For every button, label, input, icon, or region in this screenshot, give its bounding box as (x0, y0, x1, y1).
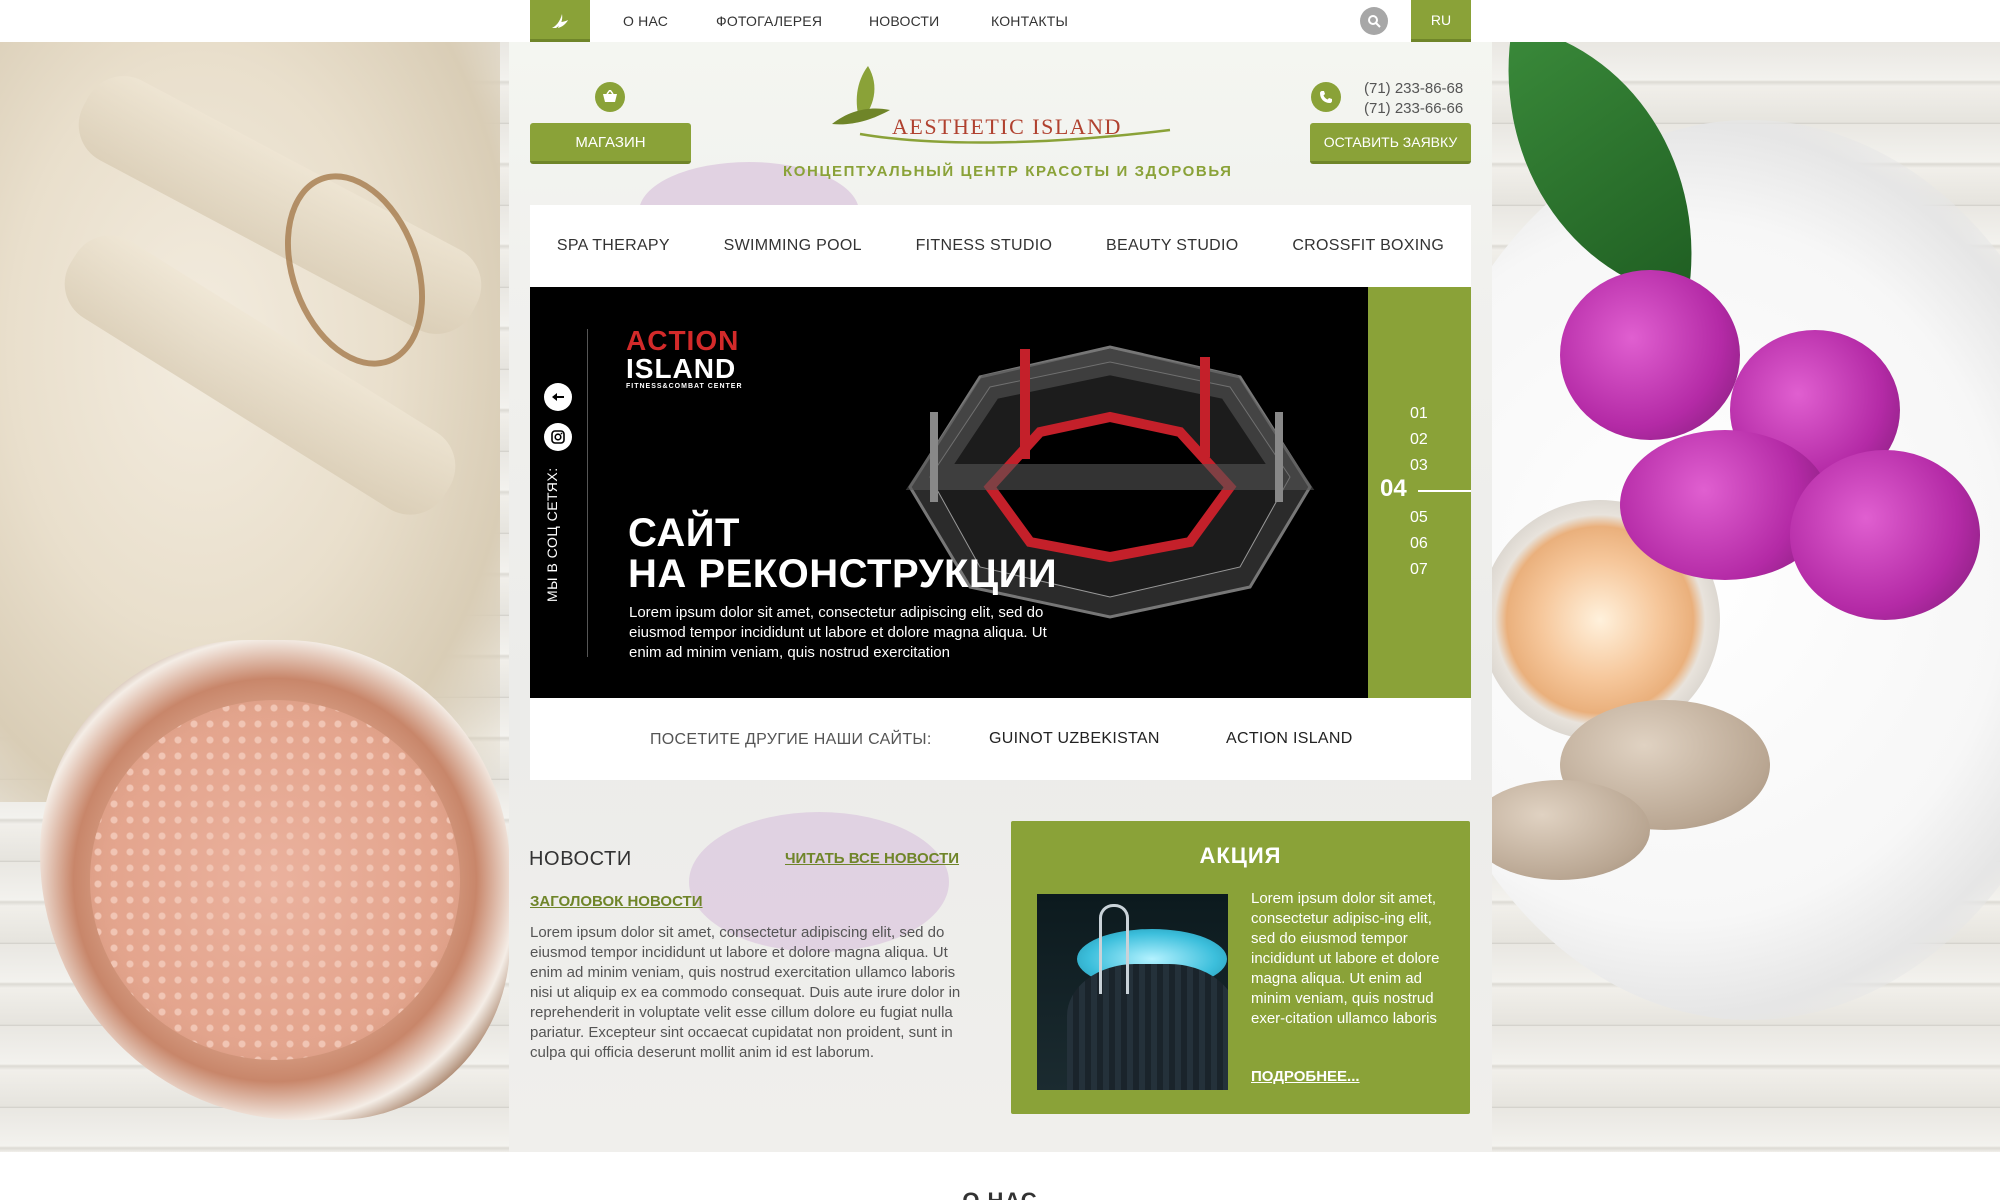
search-button[interactable] (1360, 7, 1388, 35)
phone-icon (1311, 82, 1341, 112)
pager-item[interactable]: 06 (1410, 535, 1428, 553)
promo-title: АКЦИЯ (1199, 843, 1282, 868)
bath-salt-image (90, 700, 460, 1060)
all-news-link[interactable]: ЧИТАТЬ ВСЕ НОВОСТИ (785, 850, 959, 867)
other-sites-label: ПОСЕТИТЕ ДРУГИЕ НАШИ САЙТЫ: (650, 731, 932, 748)
basket-icon (595, 82, 625, 112)
news-item-heading[interactable]: ЗАГОЛОВОК НОВОСТИ (530, 893, 703, 910)
leaf-logo-icon (552, 13, 568, 28)
social-label: МЫ В СОЦ СЕТЯХ: (544, 467, 560, 602)
slide-text: Lorem ipsum dolor sit amet, consectetur … (629, 604, 1047, 661)
social-link-other[interactable] (544, 383, 572, 411)
nav-about[interactable]: О НАС (623, 13, 668, 29)
pager-item[interactable]: 07 (1410, 561, 1428, 579)
promo-text: Lorem ipsum dolor sit amet, consectetur … (1251, 890, 1440, 1027)
pool-photo (1037, 894, 1228, 1090)
service-swimming-pool[interactable]: SWIMMING POOL (724, 237, 862, 255)
pager-item[interactable]: 03 (1410, 457, 1428, 475)
logo-subtitle: FITNESS&COMBAT CENTER (626, 383, 743, 390)
phone-number[interactable]: (71) 233-86-68 (1364, 80, 1463, 97)
nav-news[interactable]: НОВОСТИ (869, 13, 939, 29)
about-section-title: О НАС (0, 1188, 2000, 1200)
pool-wall (1067, 964, 1228, 1090)
promo-card: АКЦИЯ Lorem ipsum dolor sit amet, consec… (1011, 821, 1470, 1114)
action-island-logo: ACTION ISLAND FITNESS&COMBAT CENTER (626, 325, 743, 391)
service-spa-therapy[interactable]: SPA THERAPY (557, 237, 670, 255)
phone-number[interactable]: (71) 233-66-66 (1364, 100, 1463, 117)
pager-active-line (1418, 490, 1471, 492)
link-guinot-uzbekistan[interactable]: GUINOT UZBEKISTAN (989, 730, 1160, 748)
shop-button[interactable]: МАГАЗИН (530, 123, 691, 164)
language-button[interactable]: RU (1411, 0, 1471, 42)
pager-item[interactable]: 05 (1410, 509, 1428, 527)
nav-gallery[interactable]: ФОТОГАЛЕРЕЯ (716, 13, 822, 29)
news-section-title: НОВОСТИ (529, 848, 632, 870)
nav-contacts[interactable]: КОНТАКТЫ (991, 13, 1068, 29)
news-item-text: Lorem ipsum dolor sit amet, consectetur … (530, 924, 961, 1061)
pager-item[interactable]: 01 (1410, 405, 1428, 423)
social-divider (587, 329, 588, 657)
slider-pager: 01 02 03 04 05 06 07 (1368, 287, 1471, 698)
pager-item[interactable]: 02 (1410, 431, 1428, 449)
search-icon (1368, 15, 1381, 28)
hero-slider: МЫ В СОЦ СЕТЯХ: ACTION ISLAND FITNESS&CO… (530, 287, 1368, 698)
brand-tagline: КОНЦЕПТУАЛЬНЫЙ ЦЕНТР КРАСОТЫ И ЗДОРОВЬЯ (783, 163, 1233, 180)
arrow-icon (552, 393, 564, 401)
slide-title-line: НА РЕКОНСТРУКЦИИ (628, 552, 1058, 596)
brand-logo-icon (832, 66, 1171, 144)
orchid-petal (1790, 450, 1980, 620)
spa-stone-image (1470, 780, 1650, 880)
brand-name: AESTHETIC ISLAND (892, 114, 1122, 139)
pager-item-active[interactable]: 04 (1380, 475, 1407, 503)
service-fitness-studio[interactable]: FITNESS STUDIO (916, 237, 1053, 255)
home-logo-button[interactable] (530, 0, 590, 42)
service-beauty-studio[interactable]: BEAUTY STUDIO (1106, 237, 1239, 255)
other-sites-bar: ПОСЕТИТЕ ДРУГИЕ НАШИ САЙТЫ: GUINOT UZBEK… (530, 698, 1471, 780)
request-button[interactable]: ОСТАВИТЬ ЗАЯВКУ (1310, 123, 1471, 164)
pool-rail (1099, 904, 1129, 994)
logo-line-action: ACTION (626, 325, 740, 356)
logo-line-island: ISLAND (626, 353, 737, 384)
slide-title-line: САЙТ (628, 511, 740, 555)
promo-more-link[interactable]: ПОДРОБНЕЕ... (1251, 1068, 1360, 1085)
instagram-icon (551, 430, 565, 444)
instagram-link[interactable] (544, 423, 572, 451)
slide-title: САЙТ НА РЕКОНСТРУКЦИИ (628, 513, 1057, 595)
service-crossfit-boxing[interactable]: CROSSFIT BOXING (1292, 237, 1444, 255)
link-action-island[interactable]: ACTION ISLAND (1226, 730, 1353, 748)
orchid-petal (1560, 270, 1740, 440)
services-menu: SPA THERAPY SWIMMING POOL FITNESS STUDIO… (530, 205, 1471, 287)
